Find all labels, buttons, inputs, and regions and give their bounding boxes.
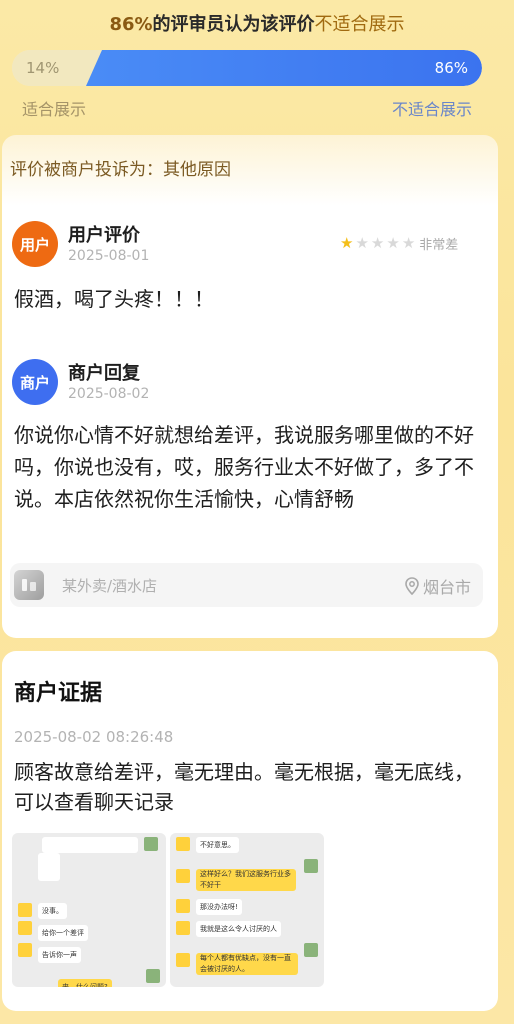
location-pin-icon [405, 577, 419, 595]
evidence-screenshot-1[interactable]: 没事。 给你一个差评 告诉你一声 来，什么问题? [12, 833, 166, 987]
star-icon: ★ [401, 234, 416, 252]
verdict-percent: 86% [109, 14, 153, 35]
review-text: 假酒，喝了头疼！！！ [14, 287, 214, 311]
star-icon: ★ [340, 234, 354, 252]
suitable-percent-label: 14% [26, 59, 60, 77]
merchant-evidence-card: 商户证据 2025-08-02 08:26:48 顾客故意给差评，毫无理由。毫无… [2, 651, 498, 1011]
vote-captions: 适合展示 不适合展示 [22, 96, 472, 120]
unsuitable-segment: 86% [86, 50, 482, 86]
review-author: 用户评价 [68, 225, 140, 246]
chat-bubble: 告诉你一声 [38, 947, 81, 963]
evidence-screenshot-2[interactable]: 不好意思。 这样好么？我们这服务行业多不好干 那没办法呀! 我就是这么令人讨厌的… [170, 833, 324, 987]
chat-bubble: 不好意思。 [196, 837, 239, 853]
unsuitable-percent-label: 86% [434, 59, 468, 77]
suitable-caption: 适合展示 [22, 100, 87, 119]
store-info-bar[interactable]: 某外卖/酒水店 烟台市 [10, 563, 483, 607]
chat-bubble: 没事。 [38, 903, 67, 919]
evidence-text: 顾客故意给差评，毫无理由。毫无根据，毫无底线，可以查看聊天记录 [14, 760, 474, 814]
unsuitable-caption: 不适合展示 [391, 100, 472, 119]
chat-bubble: 那没办法呀! [196, 899, 242, 915]
store-location: 烟台市 [405, 574, 471, 598]
review-card: 评价被商户投诉为：其他原因 用户 用户评价 2025-08-01 ★ ★ ★ ★ ★ 非常… [2, 135, 498, 638]
review-date: 2025-08-01 [68, 248, 150, 264]
user-avatar: 用户 [12, 221, 58, 267]
star-rating: ★ ★ ★ ★ ★ 非常差 [340, 234, 459, 254]
reply-author: 商户回复 [68, 363, 140, 384]
verdict-result: 不适合展示 [314, 14, 405, 35]
store-logo-icon [14, 570, 44, 600]
chat-bubble: 每个人都有优缺点，没有一直会被讨厌的人。 [196, 953, 298, 975]
evidence-title: 商户证据 [14, 681, 103, 706]
store-name: 某外卖/酒水店 [62, 577, 158, 595]
chat-bubble: 这样好么？我们这服务行业多不好干 [196, 869, 296, 891]
chat-bubble: 我就是这么令人讨厌的人 [196, 921, 281, 937]
chat-bubble: 给你一个差评 [38, 925, 88, 941]
store-location-text: 烟台市 [422, 578, 471, 597]
star-icon: ★ [370, 234, 385, 252]
complaint-reason: 评价被商户投诉为：其他原因 [10, 160, 231, 180]
review-verdict-headline: 86%的评审员认为该评价不适合展示 [0, 10, 514, 36]
rating-text: 非常差 [419, 238, 459, 253]
chat-bubble: 来，什么问题? [58, 979, 112, 987]
evidence-time: 2025-08-02 08:26:48 [14, 728, 174, 746]
vote-progress-bar: 14% 86% [12, 50, 482, 86]
reply-text: 你说你心情不好就想给差评，我说服务哪里做的不好吗，你说也没有，哎，服务行业太不好… [14, 423, 474, 511]
star-icon: ★ [355, 234, 369, 252]
merchant-avatar-text: 商户 [19, 373, 50, 392]
verdict-middle-text: 的评审员认为该评价 [152, 14, 315, 35]
user-avatar-text: 用户 [19, 235, 50, 254]
merchant-avatar: 商户 [12, 359, 58, 405]
star-icon: ★ [386, 234, 400, 252]
reply-date: 2025-08-02 [68, 386, 150, 402]
